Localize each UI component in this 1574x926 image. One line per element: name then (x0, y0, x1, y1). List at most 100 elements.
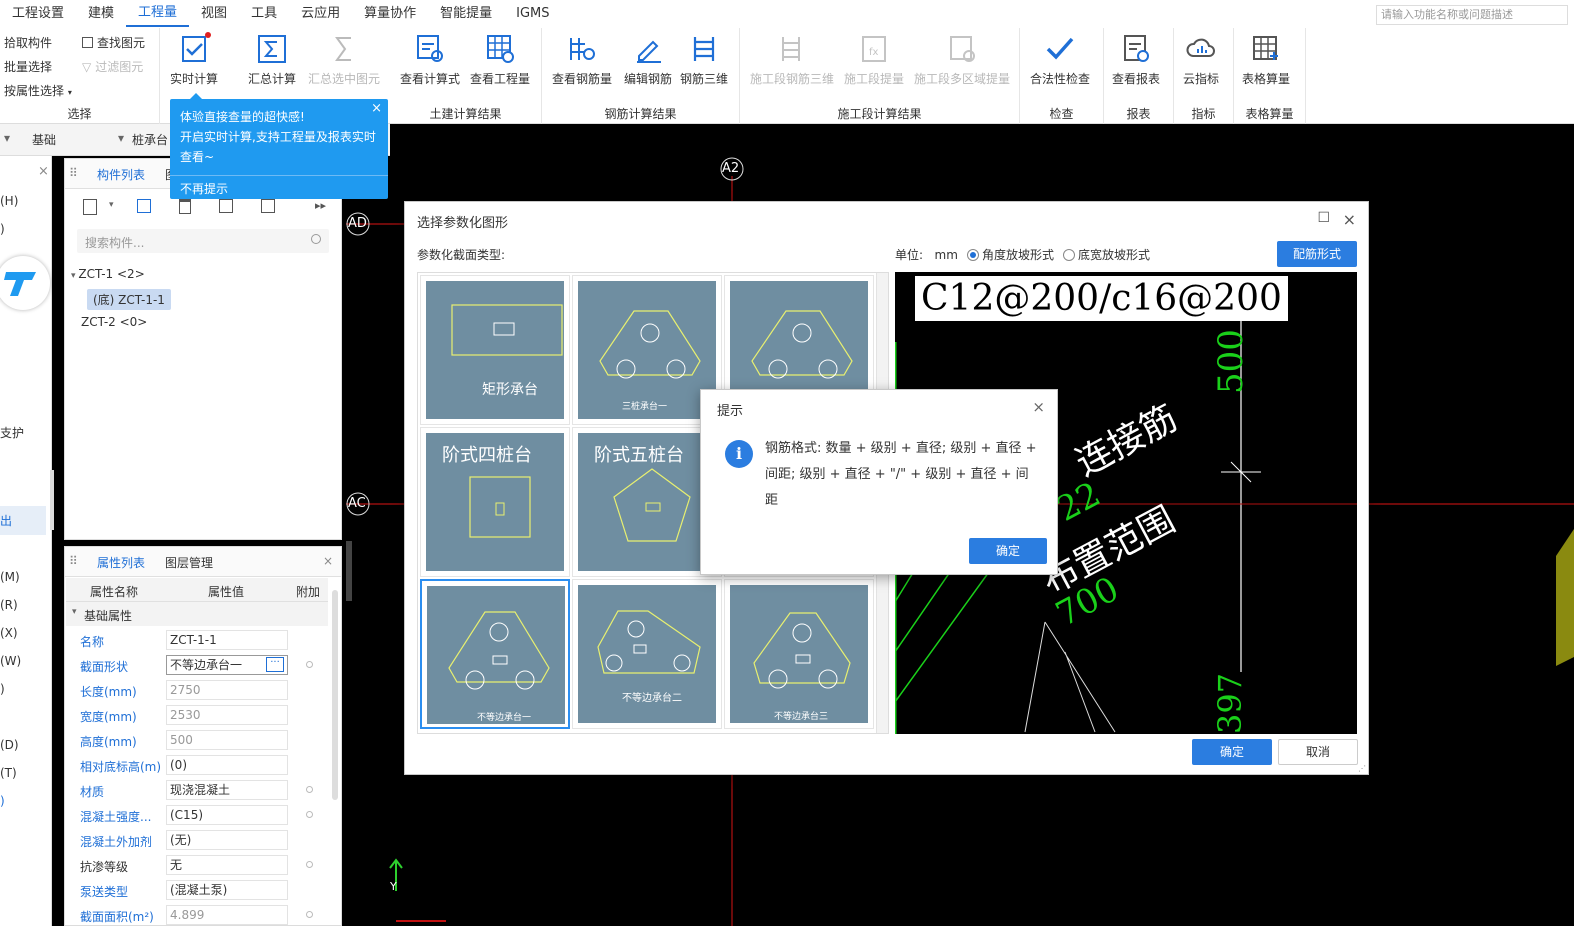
save-template-icon[interactable] (261, 199, 275, 213)
shape-option[interactable]: 阶式四桩台 (420, 427, 570, 577)
menu-smart[interactable]: 智能提量 (428, 0, 504, 28)
left-nav-item-active[interactable]: 出 (0, 506, 46, 535)
shape-option[interactable]: 矩形承台 (420, 275, 570, 425)
batch-select-button[interactable]: 批量选择 (4, 58, 52, 75)
segment-multi-area-button[interactable]: 施工段多区域提量 (914, 32, 1010, 87)
rebar-3d-button[interactable]: 钢筋三维 (680, 32, 728, 87)
attach-checkbox[interactable] (306, 661, 313, 668)
more-icon[interactable]: ▸▸ (315, 199, 326, 212)
property-value[interactable]: (无) (166, 830, 288, 850)
copy-icon[interactable] (137, 199, 151, 213)
dialog-cancel-button[interactable]: 取消 (1278, 739, 1358, 765)
property-row[interactable]: 材质 现浇混凝土 (66, 778, 328, 803)
left-nav-item[interactable]: (R) (0, 598, 18, 612)
function-search-input[interactable]: 请输入功能名称或问题描述 (1376, 5, 1568, 25)
attach-checkbox[interactable] (306, 786, 313, 793)
tab-properties[interactable]: 属性列表 (97, 554, 145, 571)
type-select[interactable]: 桩承台 (132, 131, 168, 148)
radio-angle-slope[interactable]: 角度放坡形式 (967, 246, 1054, 263)
left-nav-item[interactable]: (T) (0, 766, 17, 780)
menu-collab[interactable]: 算量协作 (352, 0, 428, 28)
maximize-icon[interactable]: ☐ (1317, 210, 1330, 226)
left-nav-item[interactable]: (H) (0, 194, 18, 208)
app-logo[interactable] (0, 256, 50, 310)
attach-checkbox[interactable] (306, 861, 313, 868)
resize-grip-icon[interactable]: ⋰ (1358, 764, 1366, 773)
shape-option[interactable]: 不等边承台三 (724, 579, 874, 729)
property-value[interactable]: 500 (166, 730, 288, 750)
attach-checkbox[interactable] (306, 811, 313, 818)
validity-check-button[interactable]: 合法性检查 (1030, 32, 1090, 87)
component-scrollbar[interactable] (50, 470, 54, 530)
dialog-close-icon[interactable]: × (1343, 210, 1356, 229)
summary-selected-button[interactable]: 汇总选中图元 (308, 32, 380, 87)
rebar-config-button[interactable]: 配筋形式 (1277, 241, 1357, 267)
property-row[interactable]: 截面形状 不等边承台一 ··· (66, 653, 328, 678)
section-collapse-icon[interactable]: ▾ (72, 607, 77, 617)
menu-project-settings[interactable]: 工程设置 (0, 0, 76, 28)
layer-copy-icon[interactable] (219, 199, 233, 213)
menu-tools[interactable]: 工具 (239, 0, 289, 28)
property-row[interactable]: 宽度(mm) 2530 (66, 703, 328, 728)
property-value[interactable]: 现浇混凝土 (166, 780, 288, 800)
property-value[interactable]: (0) (166, 755, 288, 775)
view-formula-button[interactable]: 查看计算式 (400, 32, 460, 87)
delete-icon[interactable] (179, 199, 191, 214)
segment-rebar-3d-button[interactable]: 施工段钢筋三维 (750, 32, 834, 87)
left-nav-item[interactable]: (D) (0, 738, 19, 752)
attach-checkbox[interactable] (306, 911, 313, 918)
tooltip-dont-show-button[interactable]: 不再提示 (170, 175, 388, 199)
menu-modeling[interactable]: 建模 (76, 0, 126, 28)
shape-option[interactable]: 不等边承台一 (420, 579, 570, 729)
drag-handle-icon[interactable]: ⠿ (69, 166, 78, 180)
menu-view[interactable]: 视图 (189, 0, 239, 28)
pick-component-button[interactable]: 拾取构件 (4, 34, 52, 51)
ellipsis-button[interactable]: ··· (266, 657, 284, 672)
property-row[interactable]: 高度(mm) 500 (66, 728, 328, 753)
menu-cloud[interactable]: 云应用 (289, 0, 352, 28)
tree-item-zct-1[interactable]: ▾ ZCT-1 <2> (71, 267, 145, 281)
property-value[interactable]: (C15) (166, 805, 288, 825)
property-row[interactable]: 混凝土外加剂 (无) (66, 828, 328, 853)
section-basic-props[interactable]: ▾ 基础属性 (66, 602, 328, 626)
left-nav-item[interactable]: ) (0, 222, 5, 236)
segment-quantity-button[interactable]: fx 施工段提量 (844, 32, 904, 87)
hint-ok-button[interactable]: 确定 (969, 538, 1047, 564)
panel-close-icon[interactable]: × (323, 554, 333, 568)
property-row[interactable]: 相对底标高(m) (0) (66, 753, 328, 778)
property-row[interactable]: 截面面积(m²) 4.899 (66, 903, 328, 926)
left-nav-item[interactable]: 支护 (0, 424, 24, 441)
left-nav-item[interactable]: ) (0, 794, 5, 808)
property-value[interactable]: 2530 (166, 705, 288, 725)
table-calc-button[interactable]: 表格算量 (1242, 32, 1290, 87)
left-strip-close-icon[interactable]: × (38, 164, 49, 179)
realtime-calc-button[interactable]: 实时计算 (170, 32, 218, 87)
view-quantity-button[interactable]: 查看工程量 (470, 32, 530, 87)
property-row[interactable]: 泵送类型 (混凝土泵) (66, 878, 328, 903)
drag-handle-icon[interactable]: ⠿ (69, 554, 78, 568)
shape-option[interactable]: 不等边承台二 (572, 579, 722, 729)
property-value[interactable]: (混凝土泵) (166, 880, 288, 900)
component-search-input[interactable]: 搜索构件... (77, 229, 329, 253)
left-nav-item[interactable]: ) (0, 682, 5, 696)
property-row[interactable]: 抗渗等级 无 (66, 853, 328, 878)
tab-layers[interactable]: 图层管理 (165, 554, 213, 571)
property-value[interactable]: ZCT-1-1 (166, 630, 288, 650)
tree-item-zct-2[interactable]: ZCT-2 <0> (81, 315, 147, 329)
select-by-attr-button[interactable]: 按属性选择 ▾ (4, 82, 72, 99)
menu-quantity[interactable]: 工程量 (126, 1, 190, 27)
props-scrollbar[interactable] (332, 590, 338, 800)
cloud-index-button[interactable]: 云指标 (1183, 32, 1219, 87)
view-report-button[interactable]: 查看报表 (1112, 32, 1160, 87)
summary-calc-button[interactable]: 汇总计算 (248, 32, 296, 87)
property-row[interactable]: 长度(mm) 2750 (66, 678, 328, 703)
dialog-ok-button[interactable]: 确定 (1192, 739, 1272, 765)
search-icon[interactable] (311, 234, 321, 244)
radio-width-slope[interactable]: 底宽放坡形式 (1063, 246, 1150, 263)
left-nav-item[interactable]: (M) (0, 570, 20, 584)
property-value[interactable]: 无 (166, 855, 288, 875)
new-component-icon[interactable] (83, 199, 97, 215)
hint-close-icon[interactable]: × (1032, 398, 1045, 416)
tab-component-list[interactable]: 构件列表 (97, 166, 145, 183)
filter-element-button[interactable]: ▽ 过滤图元 (82, 58, 143, 75)
